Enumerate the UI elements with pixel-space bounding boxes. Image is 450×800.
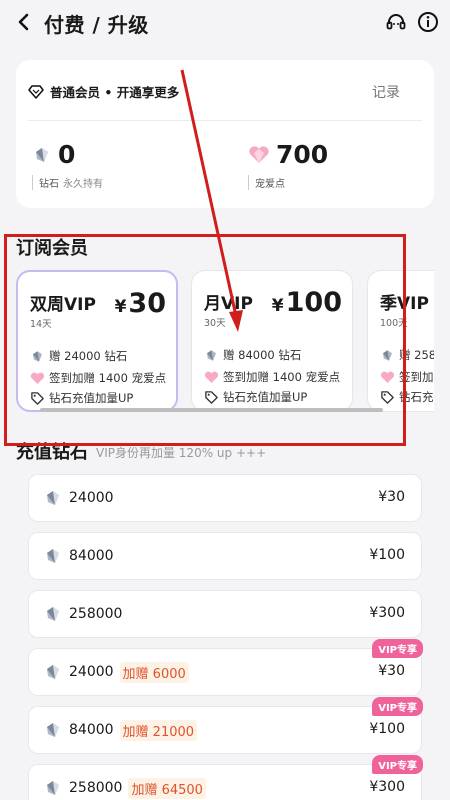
diamond-label-text: 钻石 bbox=[39, 179, 59, 190]
recharge-price: ¥300 bbox=[369, 779, 405, 795]
vip-exclusive-badge: VIP专享 bbox=[372, 697, 423, 716]
diamond-outline-icon bbox=[28, 84, 44, 99]
gem-icon bbox=[47, 491, 59, 505]
recharge-price: ¥300 bbox=[369, 605, 405, 621]
headset-icon[interactable] bbox=[385, 11, 407, 33]
recharge-amount: 84000 bbox=[69, 548, 114, 564]
chevron-left-icon[interactable] bbox=[14, 10, 34, 34]
recharge-bonus: 加赠 21000 bbox=[119, 719, 198, 741]
divider bbox=[28, 120, 422, 121]
annotation-highlight-box bbox=[4, 234, 406, 446]
recharge-price: ¥30 bbox=[378, 489, 405, 505]
recharge-item[interactable]: 24000 ¥30 bbox=[28, 474, 422, 522]
recharge-bonus: 加赠 6000 bbox=[119, 661, 189, 683]
diamond-sub-label: 永久持有 bbox=[63, 179, 103, 190]
love-value: 700 bbox=[276, 140, 329, 169]
member-status-row: 普通会员 • 开通享更多 bbox=[28, 82, 179, 101]
gem-icon bbox=[47, 723, 59, 737]
recharge-item-vip[interactable]: 258000 加赠 64500 ¥300 VIP专享 bbox=[28, 755, 423, 800]
member-status-text: 普通会员 • 开通享更多 bbox=[50, 85, 180, 100]
top-bar: 付费 / 升级 bbox=[0, 0, 450, 46]
recharge-amount: 84000 bbox=[69, 722, 114, 738]
diamond-balance: 0 钻石 永久持有 bbox=[32, 140, 103, 190]
recharge-bonus: 加赠 64500 bbox=[128, 777, 206, 799]
recharge-price: ¥100 bbox=[369, 721, 405, 737]
diamond-value: 0 bbox=[58, 140, 76, 169]
recharge-item-vip[interactable]: 24000 加赠 6000 ¥30 VIP专享 bbox=[28, 639, 423, 696]
gem-icon bbox=[47, 781, 59, 795]
gem-icon bbox=[47, 607, 59, 621]
recharge-price: ¥30 bbox=[378, 663, 405, 679]
recharge-item[interactable]: 84000 ¥100 bbox=[28, 532, 422, 580]
gem-icon bbox=[36, 147, 48, 162]
recharge-item[interactable]: 258000 ¥300 bbox=[28, 590, 422, 638]
recharge-item-vip[interactable]: 84000 加赠 21000 ¥100 VIP专享 bbox=[28, 697, 423, 754]
vip-exclusive-badge: VIP专享 bbox=[372, 639, 423, 658]
recharge-amount: 24000 bbox=[69, 490, 114, 506]
vip-exclusive-badge: VIP专享 bbox=[372, 755, 423, 774]
diamond-label: 钻石 永久持有 bbox=[32, 175, 103, 190]
gem-icon bbox=[47, 549, 59, 563]
love-points-balance: 700 宠爱点 bbox=[248, 140, 328, 190]
recharge-price: ¥100 bbox=[369, 547, 405, 563]
page-title: 付费 / 升级 bbox=[44, 13, 149, 37]
record-link[interactable]: 记录 bbox=[372, 82, 400, 102]
info-circle-icon[interactable] bbox=[417, 11, 439, 33]
member-card: 普通会员 • 开通享更多 记录 0 钻石 永久持有 700 宠爱点 bbox=[16, 60, 434, 208]
love-label: 宠爱点 bbox=[248, 175, 328, 190]
heart-gem-icon bbox=[249, 145, 269, 163]
recharge-amount: 24000 bbox=[69, 664, 114, 680]
recharge-note: VIP身份再加量 120% up +++ bbox=[96, 446, 267, 460]
recharge-amount: 258000 bbox=[69, 780, 123, 796]
gem-icon bbox=[47, 665, 59, 679]
recharge-amount: 258000 bbox=[69, 606, 123, 622]
